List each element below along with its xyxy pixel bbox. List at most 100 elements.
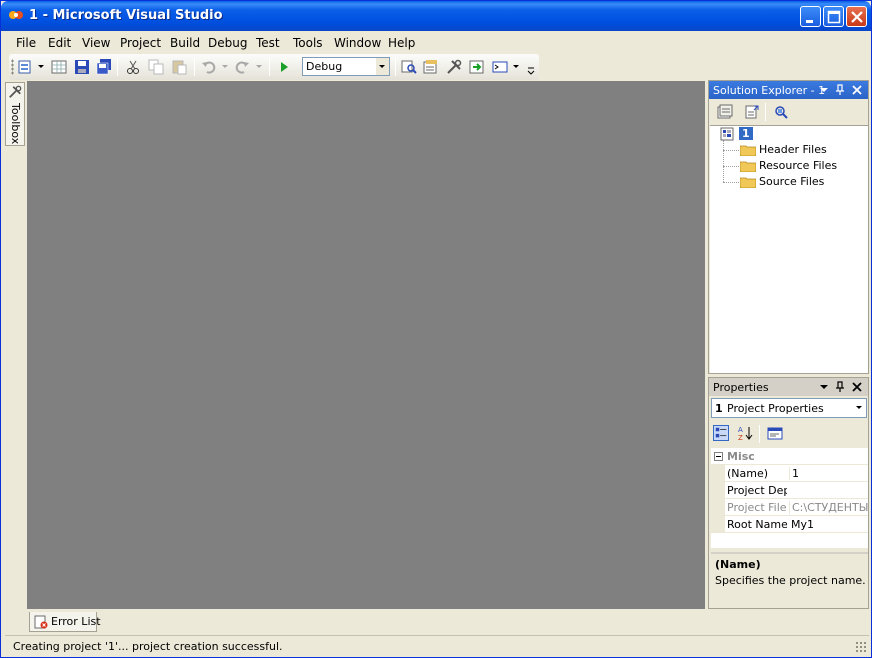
folder-icon <box>740 145 756 156</box>
undo-icon[interactable] <box>201 59 217 75</box>
error-list-label: Error List <box>51 615 101 628</box>
tree-item-resource-files[interactable]: Resource Files <box>759 159 837 172</box>
visual-studio-icon <box>9 11 23 19</box>
folder-icon <box>740 177 756 188</box>
description-text: Specifies the project name. <box>715 574 866 587</box>
close-icon <box>851 11 863 23</box>
redo-dropdown-icon[interactable] <box>256 65 262 68</box>
undo-dropdown-icon[interactable] <box>222 65 228 68</box>
tree-item-project[interactable]: 1 <box>739 127 753 140</box>
description-title: (Name) <box>715 558 761 571</box>
category-row[interactable]: Misc <box>711 448 868 465</box>
chevron-down-icon[interactable] <box>853 399 866 416</box>
menu-file[interactable]: File <box>16 36 36 50</box>
property-name: Project Dependencies <box>727 484 787 497</box>
collapse-icon[interactable] <box>714 452 723 461</box>
menu-tools[interactable]: Tools <box>293 36 323 50</box>
vs-window: 1 - Microsoft Visual Studio File Edit Vi… <box>0 0 872 658</box>
standard-toolbar: Debug <box>9 54 539 80</box>
property-value[interactable]: 1 <box>789 467 868 480</box>
object-name: 1 <box>715 402 723 415</box>
class-view-icon[interactable] <box>469 59 485 75</box>
project-icon <box>720 127 734 141</box>
property-value[interactable]: My1 <box>789 518 868 531</box>
status-bar: Creating project '1'... project creation… <box>5 635 869 655</box>
maximize-button[interactable] <box>823 6 844 27</box>
chevron-down-icon[interactable] <box>376 58 389 75</box>
editor-area[interactable] <box>27 81 705 609</box>
solution-explorer-title-bar[interactable]: Solution Explorer - 1 <box>709 81 868 99</box>
new-project-icon[interactable] <box>18 59 34 75</box>
status-text: Creating project '1'... project creation… <box>13 640 283 653</box>
command-window-icon[interactable] <box>492 59 508 75</box>
property-name: (Name) <box>727 467 769 480</box>
find-icon[interactable] <box>401 59 417 75</box>
save-all-icon[interactable] <box>96 59 112 75</box>
toolbar-separator <box>765 103 766 121</box>
start-debug-icon[interactable] <box>276 59 292 75</box>
title-bar[interactable]: 1 - Microsoft Visual Studio <box>1 1 871 31</box>
categorized-icon[interactable] <box>713 425 729 441</box>
toolbox-icon[interactable] <box>446 59 462 75</box>
properties-panel: Properties 1 Project Properties AZ Misc … <box>708 377 869 609</box>
properties-icon[interactable] <box>744 104 760 120</box>
new-project-dropdown-icon[interactable] <box>38 65 44 68</box>
pin-icon[interactable] <box>834 381 846 393</box>
solution-explorer-title: Solution Explorer - 1 <box>713 84 826 97</box>
tree-line <box>723 150 739 151</box>
properties-toolbar: AZ <box>709 420 868 446</box>
menu-debug[interactable]: Debug <box>208 36 247 50</box>
maximize-icon <box>827 10 841 24</box>
view-class-diagram-icon[interactable] <box>773 104 789 120</box>
close-button[interactable] <box>846 6 867 27</box>
menu-help[interactable]: Help <box>388 36 415 50</box>
resize-grip[interactable] <box>855 641 867 653</box>
menu-build[interactable]: Build <box>170 36 200 50</box>
property-row[interactable]: Root Namespace My1 <box>711 516 868 533</box>
close-icon[interactable] <box>851 381 863 393</box>
minimize-icon <box>806 20 813 23</box>
svg-text:A: A <box>738 426 743 434</box>
property-value[interactable]: C:\СТУДЕНТЫ\1 <box>789 501 868 514</box>
tree-line <box>723 140 724 182</box>
add-item-icon[interactable] <box>51 59 67 75</box>
minimize-button[interactable] <box>800 6 821 27</box>
pin-icon[interactable] <box>834 84 846 96</box>
window-title: 1 - Microsoft Visual Studio <box>29 8 223 23</box>
menu-window[interactable]: Window <box>334 36 381 50</box>
menu-view[interactable]: View <box>82 36 110 50</box>
configuration-combo[interactable]: Debug <box>302 57 390 76</box>
menu-edit[interactable]: Edit <box>48 36 71 50</box>
toolbar-separator <box>759 425 760 443</box>
command-dropdown-icon[interactable] <box>513 65 519 68</box>
menu-test[interactable]: Test <box>256 36 280 50</box>
property-row[interactable]: (Name) 1 <box>711 465 868 482</box>
chevron-down-icon[interactable] <box>818 381 830 393</box>
toolbox-label: Toolbox <box>9 103 22 145</box>
toolbar-separator <box>395 58 396 76</box>
close-icon[interactable] <box>851 84 863 96</box>
property-row[interactable]: Project Dependencies <box>711 482 868 499</box>
toolbox-tab[interactable]: Toolbox <box>5 82 25 146</box>
menu-project[interactable]: Project <box>120 36 161 50</box>
copy-icon[interactable] <box>148 59 164 75</box>
tree-item-header-files[interactable]: Header Files <box>759 143 827 156</box>
show-all-files-icon[interactable] <box>717 104 733 120</box>
properties-icon[interactable] <box>423 59 439 75</box>
save-icon[interactable] <box>74 59 90 75</box>
tree-item-source-files[interactable]: Source Files <box>759 175 824 188</box>
properties-title-bar[interactable]: Properties <box>709 378 868 396</box>
properties-object-combo[interactable]: 1 Project Properties <box>711 398 867 418</box>
property-row[interactable]: Project File C:\СТУДЕНТЫ\1 <box>711 499 868 516</box>
tab-error-list[interactable]: Error List <box>29 612 101 632</box>
property-pages-icon[interactable] <box>767 425 783 441</box>
toolbar-overflow-icon[interactable] <box>527 66 535 76</box>
toolbar-grip[interactable] <box>11 59 14 75</box>
cut-icon[interactable] <box>125 59 141 75</box>
property-name: Root Namespace <box>727 518 787 531</box>
chevron-down-icon[interactable] <box>818 84 830 96</box>
paste-icon[interactable] <box>171 59 187 75</box>
toolbar-separator <box>117 58 118 76</box>
redo-icon[interactable] <box>234 59 250 75</box>
alphabetical-icon[interactable]: AZ <box>737 425 753 441</box>
